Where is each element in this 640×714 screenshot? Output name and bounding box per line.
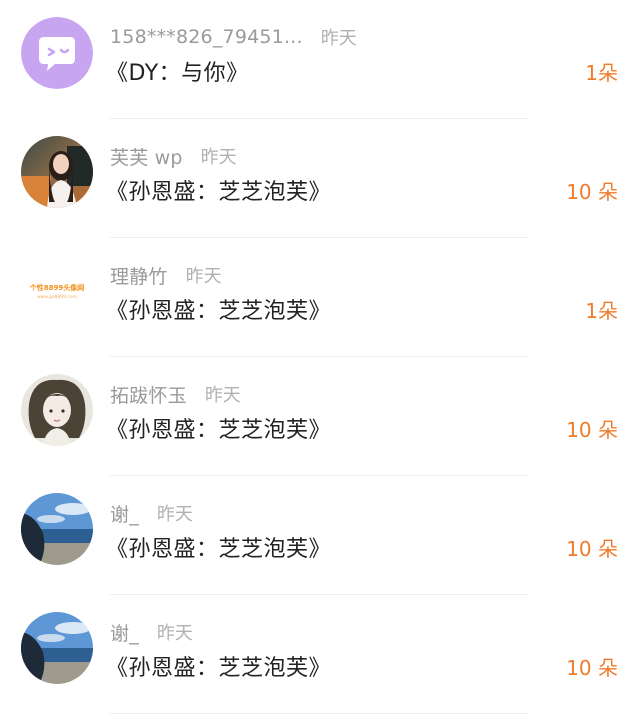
flower-count: 10 朵 — [566, 656, 618, 680]
sender-meta: 拓跋怀玉 昨天 — [110, 381, 241, 407]
send-time: 昨天 — [156, 504, 193, 525]
speech-bubble-face-icon — [21, 17, 93, 89]
send-time: 昨天 — [185, 266, 222, 287]
list-item[interactable]: 158***826_79451... 昨天 《DY：与你》 1朵 — [0, 0, 640, 119]
sender-meta: 谢_ 昨天 — [110, 500, 193, 526]
sender-name[interactable]: 158***826_79451... — [110, 26, 303, 48]
list-item[interactable]: 芙芙 wp 昨天 《孙恩盛：芝芝泡芙》 10 朵 — [0, 119, 640, 238]
gift-song-title: 《孙恩盛：芝芝泡芙》 — [106, 299, 332, 324]
flower-count: 10 朵 — [566, 418, 618, 442]
sender-name[interactable]: 芙芙 wp — [110, 143, 183, 170]
sender-meta: 谢_ 昨天 — [110, 619, 193, 645]
sender-name[interactable]: 拓跋怀玉 — [110, 381, 187, 408]
girl-photo-icon — [21, 136, 93, 208]
list-item[interactable]: 谢_ 昨天 《孙恩盛：芝芝泡芙》 10 朵 — [0, 476, 640, 595]
list-item[interactable]: 拓跋怀玉 昨天 《孙恩盛：芝芝泡芙》 10 朵 — [0, 357, 640, 476]
list-item[interactable]: 个性8899头像网 www.gx8899.com 理静竹 昨天 《孙恩盛：芝芝泡… — [0, 238, 640, 357]
send-time: 昨天 — [204, 385, 241, 406]
sender-name[interactable]: 谢_ — [110, 619, 139, 646]
gift-song-title: 《DY：与你》 — [106, 61, 249, 86]
speech-bubble-face-avatar[interactable] — [21, 17, 93, 89]
flower-count: 1朵 — [585, 299, 618, 323]
sender-meta: 理静竹 昨天 — [110, 262, 222, 288]
gift-song-title: 《孙恩盛：芝芝泡芙》 — [106, 656, 332, 681]
beach-photo-icon — [21, 612, 93, 684]
watermark-logo-icon: 个性8899头像网 www.gx8899.com — [21, 255, 93, 327]
beach-photo-avatar[interactable] — [21, 612, 93, 684]
send-time: 昨天 — [320, 28, 357, 49]
watermark-logo-avatar[interactable]: 个性8899头像网 www.gx8899.com — [21, 255, 93, 327]
list-item[interactable]: 谢_ 昨天 《孙恩盛：芝芝泡芙》 10 朵 — [0, 595, 640, 714]
drawn-girl-avatar[interactable] — [21, 374, 93, 446]
girl-photo-avatar[interactable] — [21, 136, 93, 208]
sender-name[interactable]: 谢_ — [110, 500, 139, 527]
sender-meta: 芙芙 wp 昨天 — [110, 143, 237, 169]
gift-song-title: 《孙恩盛：芝芝泡芙》 — [106, 180, 332, 205]
flower-count: 10 朵 — [566, 180, 618, 204]
sender-meta: 158***826_79451... 昨天 — [110, 24, 357, 50]
gift-song-title: 《孙恩盛：芝芝泡芙》 — [106, 537, 332, 562]
beach-photo-icon — [21, 493, 93, 565]
beach-photo-avatar[interactable] — [21, 493, 93, 565]
gift-song-title: 《孙恩盛：芝芝泡芙》 — [106, 418, 332, 443]
flower-count: 10 朵 — [566, 537, 618, 561]
avatar-watermark-subtext: www.gx8899.com — [37, 294, 77, 300]
sender-name[interactable]: 理静竹 — [110, 262, 168, 289]
send-time: 昨天 — [156, 623, 193, 644]
drawn-girl-icon — [21, 374, 93, 446]
send-time: 昨天 — [200, 147, 237, 168]
avatar-watermark-text: 个性8899头像网 — [29, 283, 84, 292]
flower-count: 1朵 — [585, 61, 618, 85]
gift-record-list: 158***826_79451... 昨天 《DY：与你》 1朵 芙芙 wp 昨… — [0, 0, 640, 714]
